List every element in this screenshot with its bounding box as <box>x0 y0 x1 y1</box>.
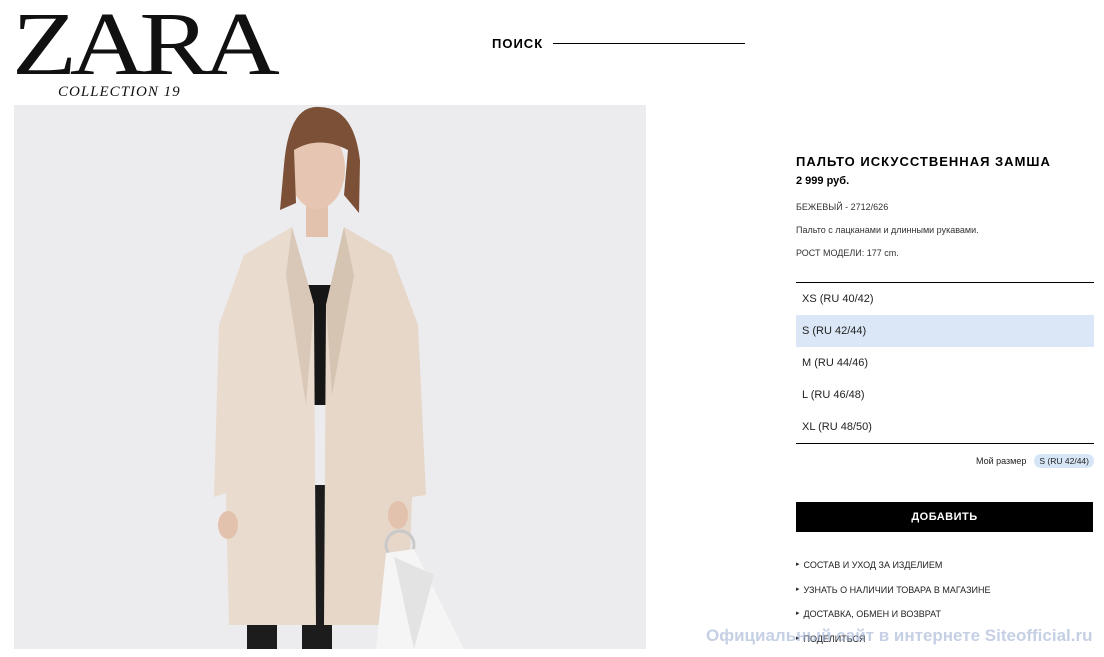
arrow-right-icon: ▸ <box>796 584 800 609</box>
search-underline <box>553 43 745 44</box>
size-option-xs[interactable]: XS (RU 40/42) <box>796 283 1094 315</box>
arrow-right-icon: ▸ <box>796 559 800 584</box>
size-option-m[interactable]: M (RU 44/46) <box>796 347 1094 379</box>
link-composition-care[interactable]: ▸ СОСТАВ И УХОД ЗА ИЗДЕЛИЕМ <box>796 559 990 584</box>
product-price: 2 999 руб. <box>796 175 1094 187</box>
logo-wordmark: ZARA <box>12 0 273 90</box>
add-to-cart-button[interactable]: ДОБАВИТЬ <box>796 502 1093 532</box>
product-info: ПАЛЬТО ИСКУССТВЕННАЯ ЗАМША 2 999 руб. БЕ… <box>796 154 1094 258</box>
product-color-code: БЕЖЕВЫЙ - 2712/626 <box>796 202 1094 212</box>
model-height: РОСТ МОДЕЛИ: 177 cm. <box>796 248 1094 258</box>
product-title: ПАЛЬТО ИСКУССТВЕННАЯ ЗАМША <box>796 154 1094 169</box>
watermark: Официальный сайт в интернете Siteofficia… <box>706 626 1092 646</box>
size-option-xl[interactable]: XL (RU 48/50) <box>796 411 1094 443</box>
link-label: СОСТАВ И УХОД ЗА ИЗДЕЛИЕМ <box>804 559 943 584</box>
my-size: Мой размер S (RU 42/44) <box>976 454 1094 468</box>
size-option-s[interactable]: S (RU 42/44) <box>796 315 1094 347</box>
model-illustration <box>14 105 646 649</box>
size-option-l[interactable]: L (RU 46/48) <box>796 379 1094 411</box>
link-label: УЗНАТЬ О НАЛИЧИИ ТОВАРА В МАГАЗИНЕ <box>804 584 991 609</box>
my-size-label: Мой размер <box>976 456 1026 466</box>
link-store-availability[interactable]: ▸ УЗНАТЬ О НАЛИЧИИ ТОВАРА В МАГАЗИНЕ <box>796 584 990 609</box>
logo-collection: COLLECTION 19 <box>58 84 181 101</box>
zara-logo[interactable]: ZARA COLLECTION 19 <box>12 6 188 102</box>
size-list: XS (RU 40/42) S (RU 42/44) M (RU 44/46) … <box>796 282 1094 444</box>
product-description: Пальто с лацканами и длинными рукавами. <box>796 225 1094 235</box>
search-label: ПОИСК <box>492 36 543 51</box>
search-field[interactable]: ПОИСК <box>492 36 745 51</box>
my-size-badge[interactable]: S (RU 42/44) <box>1034 454 1094 468</box>
product-photo <box>14 105 646 649</box>
